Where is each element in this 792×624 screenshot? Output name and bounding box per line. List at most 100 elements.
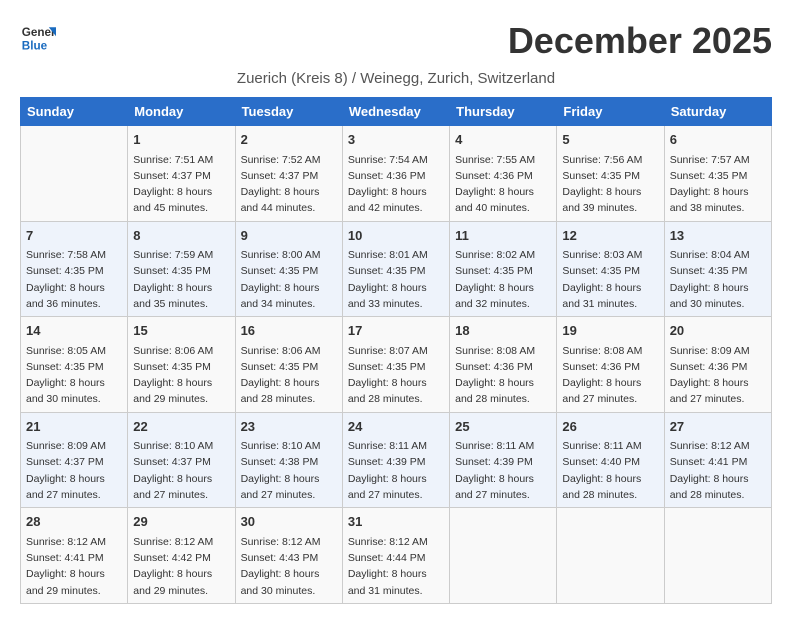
calendar-cell: 22Sunrise: 8:10 AMSunset: 4:37 PMDayligh… (128, 412, 235, 508)
calendar-cell: 25Sunrise: 8:11 AMSunset: 4:39 PMDayligh… (450, 412, 557, 508)
calendar-cell: 14Sunrise: 8:05 AMSunset: 4:35 PMDayligh… (21, 317, 128, 413)
day-info: Sunrise: 8:04 AMSunset: 4:35 PMDaylight:… (670, 247, 766, 312)
day-info: Sunrise: 7:56 AMSunset: 4:35 PMDaylight:… (562, 152, 658, 217)
day-info: Sunrise: 8:11 AMSunset: 4:40 PMDaylight:… (562, 438, 658, 503)
day-number: 5 (562, 130, 658, 150)
calendar-cell: 10Sunrise: 8:01 AMSunset: 4:35 PMDayligh… (342, 221, 449, 317)
calendar-cell: 23Sunrise: 8:10 AMSunset: 4:38 PMDayligh… (235, 412, 342, 508)
logo: General Blue (20, 20, 60, 56)
calendar-cell: 20Sunrise: 8:09 AMSunset: 4:36 PMDayligh… (664, 317, 771, 413)
day-info: Sunrise: 7:54 AMSunset: 4:36 PMDaylight:… (348, 152, 444, 217)
calendar-cell: 31Sunrise: 8:12 AMSunset: 4:44 PMDayligh… (342, 508, 449, 604)
weekday-header-sunday: Sunday (21, 98, 128, 126)
day-info: Sunrise: 8:10 AMSunset: 4:38 PMDaylight:… (241, 438, 337, 503)
calendar-cell: 7Sunrise: 7:58 AMSunset: 4:35 PMDaylight… (21, 221, 128, 317)
day-number: 22 (133, 417, 229, 437)
calendar-cell: 24Sunrise: 8:11 AMSunset: 4:39 PMDayligh… (342, 412, 449, 508)
calendar-cell (21, 126, 128, 222)
day-number: 3 (348, 130, 444, 150)
day-info: Sunrise: 8:05 AMSunset: 4:35 PMDaylight:… (26, 343, 122, 408)
calendar-cell: 11Sunrise: 8:02 AMSunset: 4:35 PMDayligh… (450, 221, 557, 317)
weekday-header-friday: Friday (557, 98, 664, 126)
calendar-cell: 16Sunrise: 8:06 AMSunset: 4:35 PMDayligh… (235, 317, 342, 413)
day-info: Sunrise: 8:01 AMSunset: 4:35 PMDaylight:… (348, 247, 444, 312)
calendar-cell (664, 508, 771, 604)
calendar-cell: 29Sunrise: 8:12 AMSunset: 4:42 PMDayligh… (128, 508, 235, 604)
day-info: Sunrise: 8:12 AMSunset: 4:42 PMDaylight:… (133, 534, 229, 599)
calendar-cell: 12Sunrise: 8:03 AMSunset: 4:35 PMDayligh… (557, 221, 664, 317)
calendar-week-row: 21Sunrise: 8:09 AMSunset: 4:37 PMDayligh… (21, 412, 772, 508)
calendar-cell: 17Sunrise: 8:07 AMSunset: 4:35 PMDayligh… (342, 317, 449, 413)
day-info: Sunrise: 8:07 AMSunset: 4:35 PMDaylight:… (348, 343, 444, 408)
location-subtitle: Zuerich (Kreis 8) / Weinegg, Zurich, Swi… (20, 70, 772, 87)
calendar-table: SundayMondayTuesdayWednesdayThursdayFrid… (20, 97, 772, 604)
day-info: Sunrise: 7:57 AMSunset: 4:35 PMDaylight:… (670, 152, 766, 217)
weekday-header-saturday: Saturday (664, 98, 771, 126)
day-info: Sunrise: 8:11 AMSunset: 4:39 PMDaylight:… (348, 438, 444, 503)
calendar-cell (450, 508, 557, 604)
day-number: 16 (241, 321, 337, 341)
calendar-cell: 21Sunrise: 8:09 AMSunset: 4:37 PMDayligh… (21, 412, 128, 508)
calendar-cell: 6Sunrise: 7:57 AMSunset: 4:35 PMDaylight… (664, 126, 771, 222)
day-info: Sunrise: 8:00 AMSunset: 4:35 PMDaylight:… (241, 247, 337, 312)
day-number: 10 (348, 226, 444, 246)
calendar-cell: 27Sunrise: 8:12 AMSunset: 4:41 PMDayligh… (664, 412, 771, 508)
day-number: 21 (26, 417, 122, 437)
calendar-cell: 4Sunrise: 7:55 AMSunset: 4:36 PMDaylight… (450, 126, 557, 222)
calendar-cell: 13Sunrise: 8:04 AMSunset: 4:35 PMDayligh… (664, 221, 771, 317)
weekday-header-thursday: Thursday (450, 98, 557, 126)
day-number: 2 (241, 130, 337, 150)
day-number: 11 (455, 226, 551, 246)
day-number: 26 (562, 417, 658, 437)
day-number: 7 (26, 226, 122, 246)
day-info: Sunrise: 8:12 AMSunset: 4:41 PMDaylight:… (26, 534, 122, 599)
day-info: Sunrise: 8:10 AMSunset: 4:37 PMDaylight:… (133, 438, 229, 503)
calendar-week-row: 14Sunrise: 8:05 AMSunset: 4:35 PMDayligh… (21, 317, 772, 413)
day-number: 15 (133, 321, 229, 341)
calendar-cell: 9Sunrise: 8:00 AMSunset: 4:35 PMDaylight… (235, 221, 342, 317)
weekday-header-wednesday: Wednesday (342, 98, 449, 126)
day-info: Sunrise: 8:06 AMSunset: 4:35 PMDaylight:… (133, 343, 229, 408)
day-number: 23 (241, 417, 337, 437)
day-info: Sunrise: 7:55 AMSunset: 4:36 PMDaylight:… (455, 152, 551, 217)
calendar-cell: 19Sunrise: 8:08 AMSunset: 4:36 PMDayligh… (557, 317, 664, 413)
day-number: 18 (455, 321, 551, 341)
day-info: Sunrise: 8:08 AMSunset: 4:36 PMDaylight:… (562, 343, 658, 408)
calendar-week-row: 1Sunrise: 7:51 AMSunset: 4:37 PMDaylight… (21, 126, 772, 222)
day-number: 9 (241, 226, 337, 246)
day-number: 24 (348, 417, 444, 437)
page-header: General Blue December 2025 (20, 20, 772, 62)
day-info: Sunrise: 8:09 AMSunset: 4:37 PMDaylight:… (26, 438, 122, 503)
month-title: December 2025 (508, 20, 772, 62)
day-number: 4 (455, 130, 551, 150)
day-number: 19 (562, 321, 658, 341)
calendar-week-row: 28Sunrise: 8:12 AMSunset: 4:41 PMDayligh… (21, 508, 772, 604)
day-number: 13 (670, 226, 766, 246)
day-number: 31 (348, 512, 444, 532)
day-info: Sunrise: 8:12 AMSunset: 4:41 PMDaylight:… (670, 438, 766, 503)
weekday-header-tuesday: Tuesday (235, 98, 342, 126)
day-info: Sunrise: 7:59 AMSunset: 4:35 PMDaylight:… (133, 247, 229, 312)
day-info: Sunrise: 8:06 AMSunset: 4:35 PMDaylight:… (241, 343, 337, 408)
weekday-header-monday: Monday (128, 98, 235, 126)
svg-text:Blue: Blue (22, 40, 48, 53)
day-number: 30 (241, 512, 337, 532)
calendar-cell: 2Sunrise: 7:52 AMSunset: 4:37 PMDaylight… (235, 126, 342, 222)
day-number: 12 (562, 226, 658, 246)
day-info: Sunrise: 7:58 AMSunset: 4:35 PMDaylight:… (26, 247, 122, 312)
day-info: Sunrise: 8:02 AMSunset: 4:35 PMDaylight:… (455, 247, 551, 312)
calendar-cell: 26Sunrise: 8:11 AMSunset: 4:40 PMDayligh… (557, 412, 664, 508)
calendar-cell: 28Sunrise: 8:12 AMSunset: 4:41 PMDayligh… (21, 508, 128, 604)
calendar-cell: 8Sunrise: 7:59 AMSunset: 4:35 PMDaylight… (128, 221, 235, 317)
calendar-header-row: SundayMondayTuesdayWednesdayThursdayFrid… (21, 98, 772, 126)
calendar-body: 1Sunrise: 7:51 AMSunset: 4:37 PMDaylight… (21, 126, 772, 604)
day-number: 14 (26, 321, 122, 341)
day-number: 1 (133, 130, 229, 150)
day-info: Sunrise: 7:52 AMSunset: 4:37 PMDaylight:… (241, 152, 337, 217)
calendar-week-row: 7Sunrise: 7:58 AMSunset: 4:35 PMDaylight… (21, 221, 772, 317)
day-info: Sunrise: 8:09 AMSunset: 4:36 PMDaylight:… (670, 343, 766, 408)
day-info: Sunrise: 8:11 AMSunset: 4:39 PMDaylight:… (455, 438, 551, 503)
day-number: 6 (670, 130, 766, 150)
day-number: 29 (133, 512, 229, 532)
day-info: Sunrise: 8:12 AMSunset: 4:44 PMDaylight:… (348, 534, 444, 599)
